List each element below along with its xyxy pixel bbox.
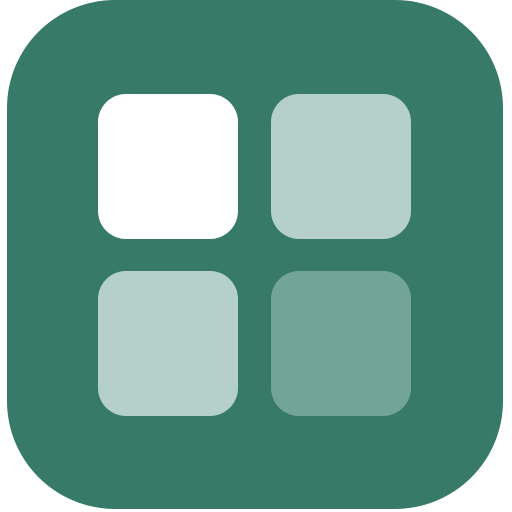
tile-top-left <box>98 94 238 239</box>
tile-bottom-right <box>271 271 411 416</box>
tile-top-right <box>271 94 411 239</box>
tile-bottom-left <box>98 271 238 416</box>
app-grid-icon[interactable] <box>7 0 503 509</box>
